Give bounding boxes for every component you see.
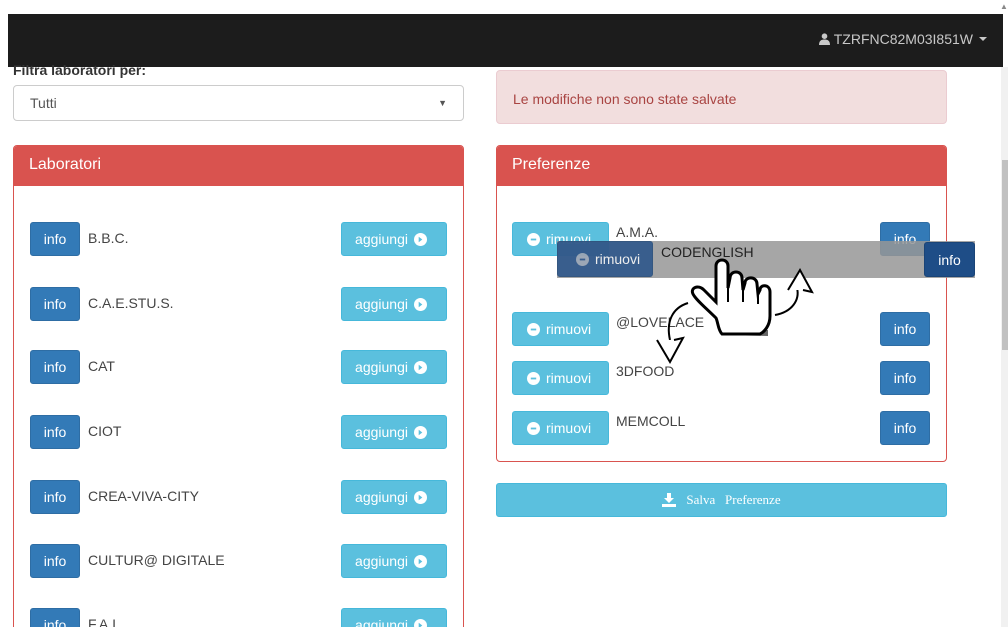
app-window: ▲ TZRFNC82M03I851W Filtra laboratori per… (0, 0, 1008, 627)
pref-remove-button[interactable]: rimuovi (512, 361, 609, 395)
lab-info-button[interactable]: info (30, 222, 80, 256)
navbar: TZRFNC82M03I851W (8, 14, 1003, 67)
pref-remove-label: rimuovi (546, 321, 592, 337)
lab-add-label: aggiungi (355, 553, 408, 569)
minus-circle-icon (527, 421, 540, 435)
preferenze-title: Preferenze (497, 146, 946, 186)
lab-info-label: info (43, 296, 67, 312)
lab-add-label: aggiungi (355, 296, 408, 312)
arrow-circle-right-icon (413, 490, 427, 504)
lab-name: CIOT (88, 423, 122, 439)
lab-name: B.B.C. (88, 230, 129, 246)
caret-down-icon (979, 37, 987, 41)
pref-name: @LOVELACE (616, 314, 705, 330)
user-menu[interactable]: TZRFNC82M03I851W (818, 31, 987, 47)
user-icon (818, 33, 830, 45)
lab-info-label: info (43, 424, 67, 440)
drag-ghost-info-button: info (924, 242, 975, 277)
unsaved-changes-alert: Le modifiche non sono state salvate (496, 70, 947, 124)
drag-ghost-remove-button: rimuovi (557, 241, 653, 277)
lab-info-button[interactable]: info (30, 415, 80, 449)
scroll-up-arrow[interactable]: ▲ (1000, 2, 1008, 12)
lab-add-button[interactable]: aggiungi (341, 544, 447, 578)
select-arrow-icon: ▼ (438, 98, 447, 108)
arrow-circle-right-icon (413, 297, 427, 311)
pref-info-label: info (893, 321, 917, 337)
lab-add-label: aggiungi (355, 489, 408, 505)
lab-name: CULTUR@ DIGITALE (88, 552, 225, 568)
filter-selected-value: Tutti (30, 95, 57, 111)
filter-select[interactable]: Tutti ▼ (13, 85, 464, 121)
pref-info-button[interactable]: info (880, 411, 930, 445)
arrow-circle-right-icon (413, 360, 427, 374)
minus-circle-icon (527, 232, 540, 246)
arrow-circle-right-icon (413, 232, 427, 246)
laboratori-title: Laboratori (14, 146, 463, 186)
lab-add-button[interactable]: aggiungi (341, 415, 447, 449)
lab-add-button[interactable]: aggiungi (341, 222, 447, 256)
lab-name: CREA-VIVA-CITY (88, 488, 199, 504)
pref-info-button[interactable]: info (880, 361, 930, 395)
pref-info-button[interactable]: info (880, 312, 930, 346)
lab-info-label: info (43, 359, 67, 375)
arrow-circle-right-icon (413, 425, 427, 439)
lab-info-button[interactable]: info (30, 544, 80, 578)
lab-name: C.A.E.STU.S. (88, 295, 174, 311)
lab-info-button[interactable]: info (30, 480, 80, 514)
arrow-circle-right-icon (413, 554, 427, 568)
pref-remove-label: rimuovi (546, 420, 592, 436)
scrollbar-thumb[interactable] (1002, 160, 1008, 350)
minus-circle-icon (575, 252, 589, 266)
drag-ghost-label: CODENGLISH (661, 244, 754, 260)
pref-info-label: info (893, 370, 917, 386)
top-strip (0, 0, 1008, 14)
pref-remove-label: rimuovi (546, 370, 592, 386)
pref-info-label: info (893, 420, 917, 436)
pref-name: 3DFOOD (616, 363, 675, 379)
lab-name: F.A.I. (88, 616, 120, 627)
lab-info-button[interactable]: info (30, 350, 80, 384)
download-icon (662, 493, 677, 507)
lab-info-button[interactable]: info (30, 608, 80, 627)
pref-name: A.M.A. (616, 224, 659, 240)
lab-info-label: info (43, 617, 67, 627)
lab-add-label: aggiungi (355, 424, 408, 440)
lab-add-button[interactable]: aggiungi (341, 350, 447, 384)
minus-circle-icon (527, 322, 540, 336)
lab-add-button[interactable]: aggiungi (341, 287, 447, 321)
pref-name: MEMCOLL (616, 413, 686, 429)
lab-add-button[interactable]: aggiungi (341, 480, 447, 514)
lab-add-button[interactable]: aggiungi (341, 608, 447, 627)
minus-circle-icon (527, 371, 540, 385)
lab-add-label: aggiungi (355, 617, 408, 627)
save-preferences-button[interactable]: Salva Preferenze (496, 483, 947, 517)
save-label: Salva Preferenze (686, 492, 781, 507)
arrow-circle-right-icon (413, 618, 427, 627)
lab-info-label: info (43, 489, 67, 505)
lab-add-label: aggiungi (355, 359, 408, 375)
lab-info-button[interactable]: info (30, 287, 80, 321)
filter-label: Filtra laboratori per: (13, 62, 147, 78)
pref-remove-button[interactable]: rimuovi (512, 312, 609, 346)
lab-name: CAT (88, 358, 115, 374)
lab-add-label: aggiungi (355, 231, 408, 247)
lab-info-label: info (43, 231, 67, 247)
pref-remove-button[interactable]: rimuovi (512, 411, 609, 445)
lab-info-label: info (43, 553, 67, 569)
drag-ghost-info-label: info (938, 251, 961, 268)
drag-ghost-remove-label: rimuovi (594, 251, 641, 267)
user-id: TZRFNC82M03I851W (833, 31, 973, 47)
